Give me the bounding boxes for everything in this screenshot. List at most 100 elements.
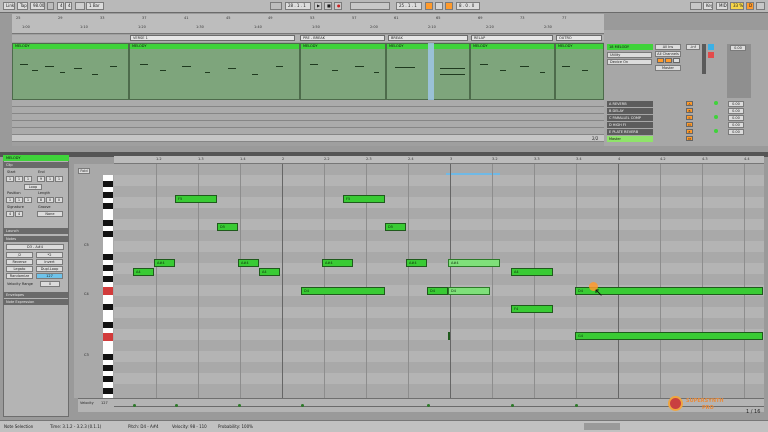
length-beat[interactable]: 0 [46, 197, 54, 203]
highlighted-key[interactable] [103, 287, 113, 295]
volume-field[interactable]: -inf [686, 44, 700, 50]
sig-num[interactable]: 4 [6, 211, 14, 217]
velocity-marker[interactable] [301, 404, 304, 407]
return-letter[interactable]: C [686, 115, 693, 120]
return-volume[interactable]: 0.00 [728, 101, 744, 107]
arrangement-ruler[interactable]: 25 29 33 37 41 45 49 53 57 61 65 69 73 7… [12, 14, 604, 34]
midi-note[interactable]: D5 [385, 223, 406, 231]
end-bar[interactable]: 9 [37, 176, 45, 182]
return-track-name[interactable]: D HIGH FI [607, 122, 653, 128]
notes-header[interactable]: Notes [3, 236, 69, 242]
clip-header[interactable]: Clip [3, 162, 69, 168]
piano-roll-ruler[interactable]: 1.2 1.3 1.4 2 2.2 2.3 2.4 3 3.2 3.3 3.4 … [114, 156, 764, 164]
velocity-lane[interactable] [78, 398, 764, 412]
invert-button[interactable]: Invert [36, 259, 63, 265]
input-channel-select[interactable]: All Channels [655, 51, 681, 57]
return-volume[interactable]: 0.00 [728, 129, 744, 135]
start-sixteenth[interactable]: 1 [24, 176, 32, 182]
randomize-button[interactable]: Randomize [6, 273, 33, 279]
locator-outro[interactable]: OUTRO [556, 35, 602, 41]
overdub-buttons[interactable] [350, 2, 390, 10]
black-key[interactable] [103, 388, 113, 394]
link-button[interactable]: Link [3, 2, 15, 10]
duplicate-loop-button[interactable]: Dupl.Loop [36, 266, 63, 272]
velocity-marker[interactable] [238, 404, 241, 407]
return-volume[interactable]: 0.00 [728, 115, 744, 121]
midi-note[interactable]: F5 [343, 195, 385, 203]
metronome-button[interactable] [75, 2, 85, 10]
black-key[interactable] [103, 376, 113, 382]
return-letter[interactable]: D [686, 122, 693, 127]
position-field[interactable]: 28 . 1 . 1 [285, 2, 311, 10]
start-bar[interactable]: 1 [6, 176, 14, 182]
end-sixteenth[interactable]: 1 [55, 176, 63, 182]
sig-den-field[interactable]: 4 [65, 2, 72, 10]
quantize-menu[interactable]: 1 Bar [86, 2, 104, 10]
sig-den[interactable]: 4 [15, 211, 23, 217]
velocity-marker[interactable] [575, 404, 578, 407]
return-track-name[interactable]: C PARALLEL COMP [607, 115, 653, 121]
monitor-auto-button[interactable] [665, 58, 672, 63]
arm-button[interactable] [708, 52, 714, 58]
note-range-field[interactable]: D3 - A#4 [6, 244, 64, 250]
return-track-name[interactable]: E PLATE REVERB [607, 129, 653, 135]
midi-note[interactable]: D4 [301, 287, 385, 295]
black-key[interactable] [103, 220, 113, 226]
return-volume[interactable]: 0.00 [728, 108, 744, 114]
time-selection[interactable] [428, 43, 434, 100]
start-beat[interactable]: 1 [15, 176, 23, 182]
master-track-name[interactable]: Master [607, 136, 653, 142]
locator-verse[interactable]: VERSE 1 [130, 35, 295, 41]
track-name-melody[interactable]: 18 MELODY [607, 44, 653, 50]
reverse-button[interactable]: Reverse [6, 259, 33, 265]
draw-icon[interactable] [445, 2, 453, 10]
midi-note-selected[interactable]: A#4 [448, 259, 500, 267]
legato-button[interactable]: Legato [6, 266, 33, 272]
master-track-lane[interactable] [12, 135, 604, 142]
midi-note[interactable]: A#4 [154, 259, 175, 267]
tempo-field[interactable]: 98.00 [30, 2, 45, 10]
position-sixteenth[interactable]: 1 [24, 197, 32, 203]
velocity-marker[interactable] [427, 404, 430, 407]
length-sixteenth[interactable]: 0 [55, 197, 63, 203]
punch-icon[interactable] [435, 2, 443, 10]
midi-note[interactable]: F4 [511, 305, 553, 313]
midi-note[interactable]: D5 [217, 223, 238, 231]
double-button[interactable]: *2 [36, 252, 63, 258]
midi-note[interactable]: A#4 [406, 259, 427, 267]
arrangement-clip[interactable]: MELODY [12, 43, 129, 100]
black-key[interactable] [103, 181, 113, 187]
input-type-select[interactable]: All Ins [655, 44, 681, 50]
return-track-lane[interactable] [12, 114, 604, 121]
launch-header[interactable]: Launch [3, 228, 69, 234]
return-letter[interactable]: A [686, 101, 693, 106]
fold-button[interactable]: Fold [78, 168, 90, 174]
locator-break[interactable]: BREAK [388, 35, 468, 41]
half-button[interactable]: /2 [6, 252, 33, 258]
black-key[interactable] [103, 322, 113, 328]
midi-note[interactable]: A#4 [238, 259, 259, 267]
midi-note[interactable]: A#4 [322, 259, 353, 267]
velocity-range-value[interactable]: 0 [40, 281, 60, 287]
midi-map-button[interactable]: MIDI [716, 2, 728, 10]
output-select[interactable]: Master [655, 65, 681, 71]
groove-select[interactable]: None [37, 211, 63, 217]
return-letter[interactable]: M [686, 136, 693, 141]
velocity-marker[interactable] [133, 404, 136, 407]
return-letter[interactable]: E [686, 129, 693, 134]
stop-icon[interactable]: ■ [324, 2, 332, 10]
return-volume[interactable]: 0.00 [728, 122, 744, 128]
locator-relap[interactable]: RELAP [471, 35, 553, 41]
return-track-lane[interactable] [12, 121, 604, 128]
routing-device[interactable]: Device On [607, 59, 652, 65]
return-active-icon[interactable] [714, 115, 718, 119]
monitor-off-button[interactable] [673, 58, 680, 63]
black-key[interactable] [103, 276, 113, 282]
black-key[interactable] [103, 304, 113, 310]
arrangement-clip[interactable]: MELODY [129, 43, 300, 100]
master-volume[interactable]: 0.00 [730, 45, 746, 51]
return-letter[interactable]: B [686, 108, 693, 113]
midi-note[interactable]: F5 [175, 195, 217, 203]
black-key[interactable] [103, 192, 113, 198]
tempo-nudge[interactable] [47, 2, 54, 10]
